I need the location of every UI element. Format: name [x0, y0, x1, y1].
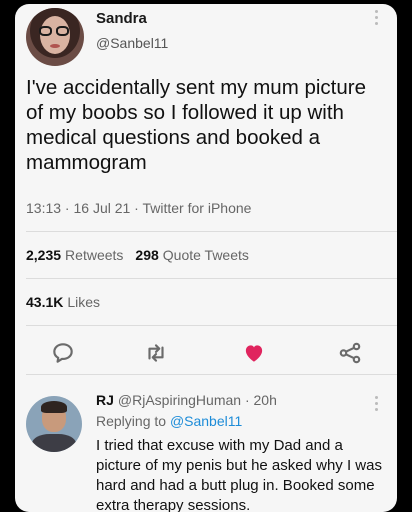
author-avatar[interactable] — [26, 8, 84, 66]
likes-count: 43.1K — [26, 294, 64, 310]
likes-label: Likes — [67, 294, 101, 310]
divider — [26, 278, 397, 279]
reply-icon[interactable] — [50, 340, 76, 366]
reply-time: · 20h — [244, 392, 277, 408]
divider — [26, 374, 397, 375]
replying-prefix: Replying to — [96, 413, 167, 429]
share-icon[interactable] — [337, 340, 363, 366]
quote-count: 298 — [135, 247, 159, 263]
retweet-stats[interactable]: 2,235 Retweets 298 Quote Tweets — [26, 247, 249, 263]
quote-label: Quote Tweets — [162, 247, 249, 263]
tweet-text: I've accidentally sent my mum picture of… — [26, 76, 367, 174]
divider — [26, 231, 397, 232]
tweet-meta: 13:13 · 16 Jul 21 · Twitter for iPhone — [26, 200, 252, 216]
like-icon[interactable] — [241, 340, 267, 366]
replying-to: Replying to @Sanbel11 — [96, 413, 242, 429]
retweets-count: 2,235 — [26, 247, 62, 263]
author-name[interactable]: Sandra — [96, 10, 147, 27]
reply-header: RJ @RjAspiringHuman · 20h — [96, 392, 277, 408]
retweets-label: Retweets — [65, 247, 124, 263]
reply-more-options-icon[interactable] — [374, 396, 380, 412]
divider — [26, 325, 397, 326]
action-bar — [15, 340, 397, 366]
replying-handle-link[interactable]: @Sanbel11 — [170, 413, 242, 429]
reply-text: I tried that excuse with my Dad and a pi… — [96, 437, 382, 512]
reply-author-avatar[interactable] — [26, 396, 82, 452]
reply-author-handle[interactable]: @RjAspiringHuman — [118, 392, 241, 408]
retweet-icon[interactable] — [143, 340, 169, 366]
more-options-icon[interactable] — [374, 10, 380, 26]
tweet-card: Sandra @Sanbel11 I've accidentally sent … — [15, 4, 397, 512]
reply-author-name[interactable]: RJ — [96, 392, 114, 408]
author-handle[interactable]: @Sanbel11 — [96, 35, 168, 51]
likes-stats[interactable]: 43.1K Likes — [26, 294, 100, 310]
